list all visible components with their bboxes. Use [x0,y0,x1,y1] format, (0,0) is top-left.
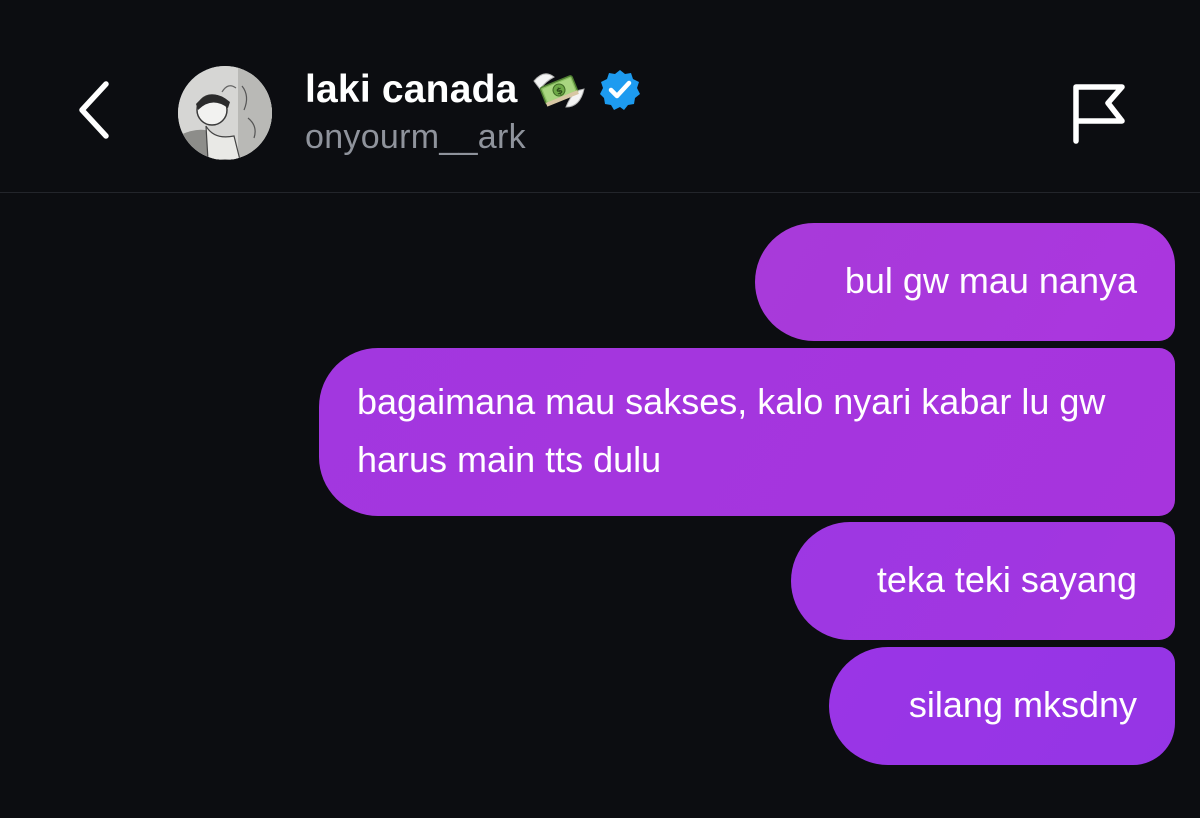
report-button[interactable] [1060,74,1136,150]
message-bubble[interactable]: silang mksdny [829,647,1175,765]
dm-screen: laki canada $ onyourm__ark bul gw mau na… [0,0,1200,818]
back-button[interactable] [62,72,126,148]
money-with-wings-emoji-icon: $ [532,73,585,108]
flag-icon [1073,84,1125,144]
profile-picture [178,66,272,160]
verified-badge-icon [599,70,640,110]
message-bubble[interactable]: bagaimana mau sakses, kalo nyari kabar l… [319,348,1175,516]
conversation-header: laki canada $ onyourm__ark [0,0,1200,193]
display-name[interactable]: laki canada [305,68,518,112]
message-bubble[interactable]: teka teki sayang [791,522,1175,640]
chevron-left-icon [79,81,109,139]
username[interactable]: onyourm__ark [305,118,526,157]
avatar[interactable] [178,66,272,160]
name-row: laki canada $ [305,62,642,118]
message-thread: bul gw mau nanya bagaimana mau sakses, k… [0,194,1200,818]
message-bubble[interactable]: bul gw mau nanya [755,223,1175,341]
